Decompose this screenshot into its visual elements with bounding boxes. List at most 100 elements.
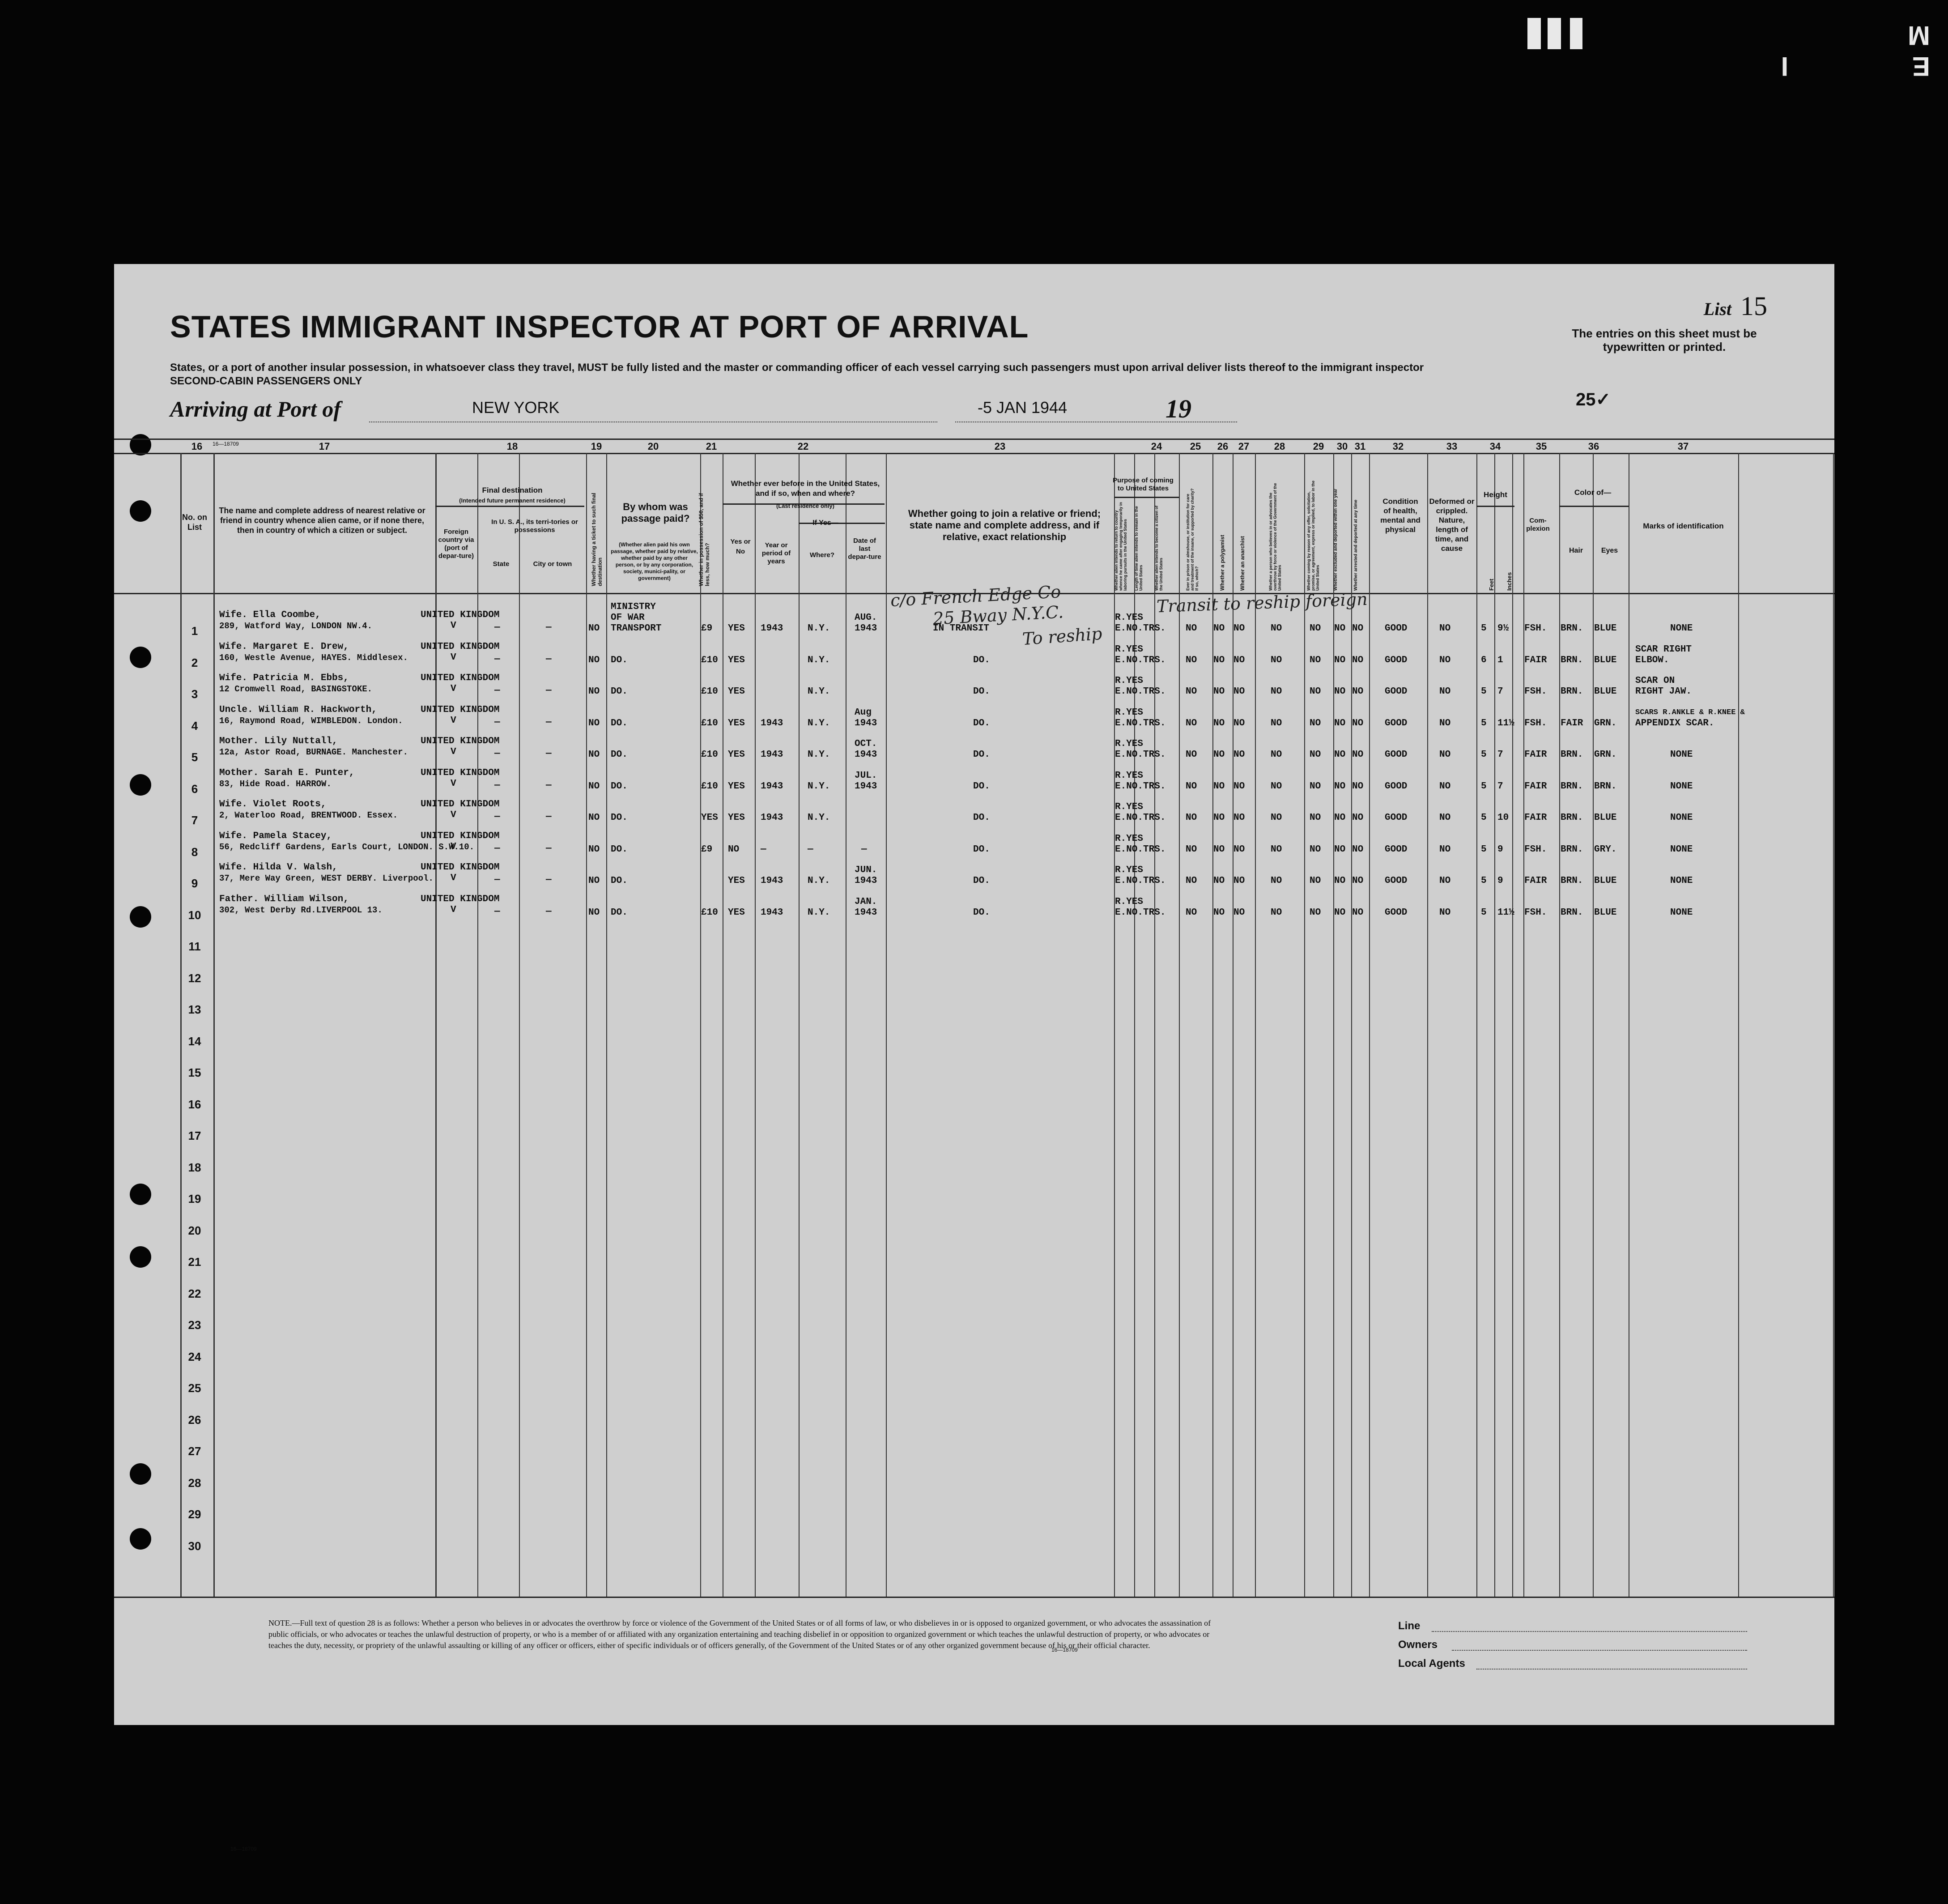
period-years: 1943 bbox=[761, 781, 783, 792]
purpose: E.NO.TRS. bbox=[1115, 907, 1166, 918]
purpose: E.NO.TRS. bbox=[1115, 750, 1166, 760]
answer-q25: NO bbox=[1186, 655, 1197, 665]
identification-marks: ELBOW. bbox=[1635, 655, 1669, 665]
period-years: 1943 bbox=[761, 718, 783, 728]
deformed: NO bbox=[1439, 876, 1451, 886]
money-possessed: £10 bbox=[701, 781, 718, 792]
column-rule bbox=[1369, 453, 1370, 1597]
column-rule bbox=[606, 453, 607, 1597]
answer-q29: NO bbox=[1310, 813, 1321, 823]
eye-color: GRN. bbox=[1594, 750, 1617, 760]
answer-q28: NO bbox=[1271, 623, 1282, 634]
header-health: Condition of health, mental and physical bbox=[1380, 497, 1421, 534]
answer-q30: NO bbox=[1334, 907, 1346, 918]
where-before: N.Y. bbox=[808, 655, 830, 665]
eye-color: BLUE bbox=[1594, 686, 1617, 697]
where-before: N.Y. bbox=[808, 623, 830, 634]
subheader-rule bbox=[1559, 506, 1629, 507]
header-if-yes: If Yes— bbox=[812, 519, 838, 527]
identification-marks: APPENDIX SCAR. bbox=[1635, 718, 1714, 728]
answer-q30: NO bbox=[1334, 623, 1346, 634]
column-rule bbox=[519, 453, 520, 1597]
header-purpose-a: Whether alien intends to return to count… bbox=[1114, 502, 1127, 591]
eye-color: GRY. bbox=[1594, 844, 1617, 855]
answer-q28: NO bbox=[1271, 750, 1282, 760]
has-ticket: NO bbox=[588, 750, 600, 760]
height-inches: 7 bbox=[1497, 686, 1503, 697]
passage-paid-by: DO. bbox=[611, 655, 628, 665]
column-rule bbox=[799, 453, 800, 1597]
header-q28: Whether a person who believes in or advo… bbox=[1268, 483, 1282, 591]
joining-relative: DO. bbox=[973, 686, 990, 697]
purpose: R.YES bbox=[1115, 802, 1144, 812]
foreign-country: UNITED KINGDOM bbox=[421, 673, 500, 683]
hair-color: BRN. bbox=[1561, 686, 1583, 697]
joining-relative: DO. bbox=[973, 907, 990, 918]
relative-address: 12 Cromwell Road, BASINGSTOKE. bbox=[219, 684, 373, 694]
passenger-class: SECOND-CABIN PASSENGERS ONLY bbox=[170, 375, 362, 387]
table-top-rule bbox=[114, 439, 1834, 440]
answer-q31: NO bbox=[1352, 623, 1364, 634]
header-no-on-list: No. on List bbox=[182, 513, 207, 532]
complexion: FAIR bbox=[1524, 655, 1547, 665]
last-departure: JUL. bbox=[855, 770, 877, 781]
relative-name: Mother. Sarah E. Punter, bbox=[219, 767, 355, 778]
hair-color: BRN. bbox=[1561, 781, 1583, 792]
destination-city: — bbox=[546, 686, 552, 696]
owners-label: Owners bbox=[1398, 1639, 1438, 1651]
row-number: 13 bbox=[188, 1003, 201, 1016]
complexion: FSH. bbox=[1524, 623, 1547, 634]
foreign-country: UNITED KINGDOM bbox=[421, 862, 500, 873]
destination-state: — bbox=[494, 654, 500, 664]
where-before: N.Y. bbox=[808, 876, 830, 886]
column-rule bbox=[213, 453, 215, 1597]
column-rule bbox=[435, 453, 437, 1597]
answer-q26: NO bbox=[1213, 686, 1225, 697]
period-years: 1943 bbox=[761, 876, 783, 886]
column-number: 30 bbox=[1336, 441, 1348, 452]
year-label: 19 bbox=[1165, 394, 1191, 423]
answer-q29: NO bbox=[1310, 718, 1321, 728]
height-feet: 5 bbox=[1481, 623, 1487, 634]
purpose: E.NO.TRS. bbox=[1115, 655, 1166, 665]
page-subtitle: States, or a port of another insular pos… bbox=[170, 362, 1424, 374]
via-port: V bbox=[451, 873, 456, 883]
agents-underline bbox=[1476, 1669, 1747, 1670]
joining-relative: DO. bbox=[973, 844, 990, 855]
column-rule bbox=[477, 453, 478, 1597]
row-number: 23 bbox=[188, 1318, 201, 1332]
column-rule bbox=[1476, 453, 1477, 1597]
relative-name: Wife. Hilda V. Walsh, bbox=[219, 862, 338, 873]
column-rule bbox=[1255, 453, 1256, 1597]
row-number: 2 bbox=[191, 656, 198, 669]
via-port: V bbox=[451, 684, 456, 694]
relative-name: Wife. Violet Roots, bbox=[219, 799, 327, 809]
purpose: R.YES bbox=[1115, 865, 1144, 875]
answer-q30: NO bbox=[1334, 844, 1346, 855]
eye-color: BLUE bbox=[1594, 623, 1617, 634]
destination-state: — bbox=[494, 780, 500, 791]
passage-paid-by: DO. bbox=[611, 781, 628, 792]
row-number: 9 bbox=[191, 877, 198, 890]
row-number: 6 bbox=[191, 782, 198, 796]
answer-q29: NO bbox=[1310, 623, 1321, 634]
eye-color: BRN. bbox=[1594, 781, 1617, 792]
passage-paid-by: DO. bbox=[611, 718, 628, 728]
binder-hole bbox=[130, 434, 151, 456]
film-label: E I M bbox=[1723, 21, 1930, 81]
header-hair: Hair bbox=[1569, 547, 1583, 554]
answer-q29: NO bbox=[1310, 876, 1321, 886]
height-inches: 9 bbox=[1497, 844, 1503, 855]
complexion: FSH. bbox=[1524, 844, 1547, 855]
answer-q27: NO bbox=[1233, 718, 1245, 728]
deformed: NO bbox=[1439, 781, 1451, 792]
hair-color: BRN. bbox=[1561, 813, 1583, 823]
identification-marks: NONE bbox=[1670, 844, 1693, 855]
answer-q30: NO bbox=[1334, 781, 1346, 792]
form-code: 16—18709 bbox=[230, 1846, 257, 1852]
row-number: 18 bbox=[188, 1160, 201, 1174]
height-inches: 7 bbox=[1497, 781, 1503, 792]
binder-hole bbox=[130, 647, 151, 668]
arriving-label: Arriving at Port of bbox=[170, 396, 341, 422]
via-port: V bbox=[451, 904, 456, 915]
